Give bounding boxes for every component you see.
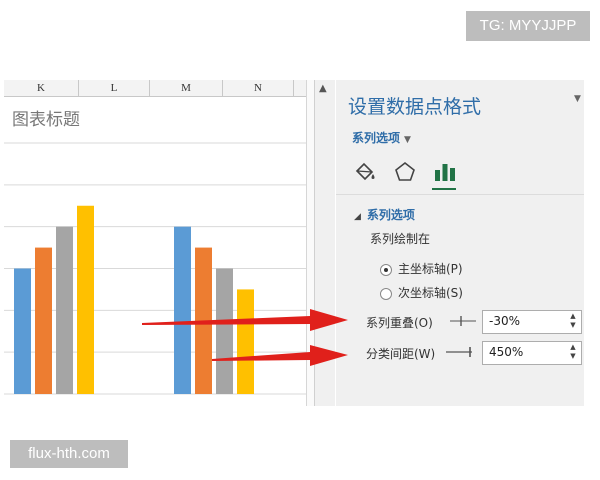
arrow-to-overlap bbox=[142, 309, 348, 331]
arrow-to-gap-width bbox=[212, 345, 348, 366]
annotation-arrows bbox=[142, 309, 348, 366]
